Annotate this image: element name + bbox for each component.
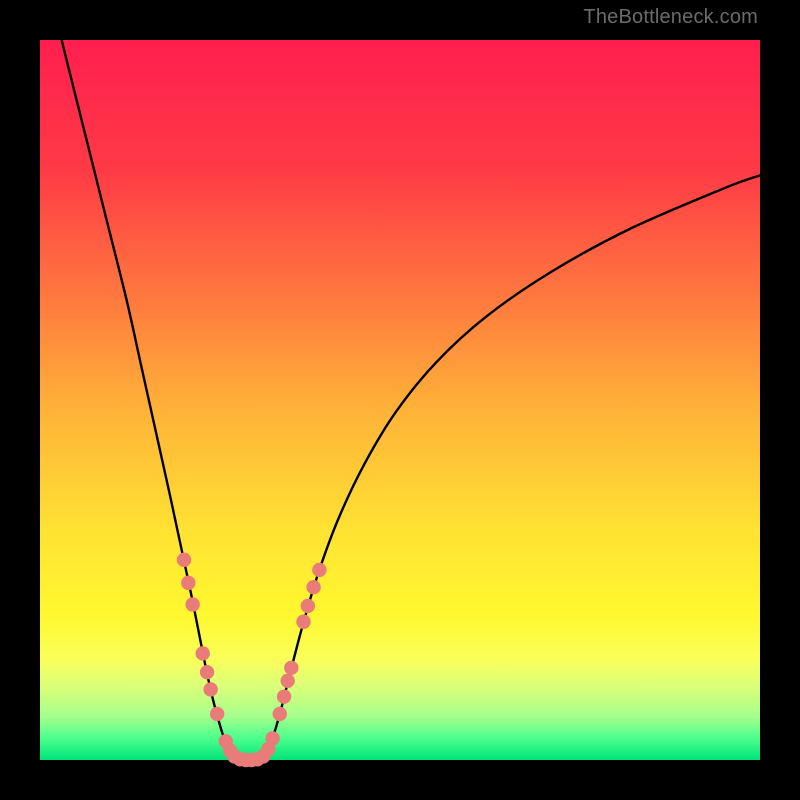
highlight-dot: [196, 646, 210, 660]
highlight-dot: [280, 674, 294, 688]
highlight-dot: [312, 563, 326, 577]
highlight-dot: [284, 661, 298, 675]
chart-frame: TheBottleneck.com: [0, 0, 800, 800]
highlight-dot: [177, 553, 191, 567]
highlight-dot: [306, 580, 320, 594]
highlight-dot: [265, 731, 279, 745]
highlight-dot: [203, 682, 217, 696]
watermark-text: TheBottleneck.com: [583, 6, 758, 29]
curve-layer: [40, 40, 760, 760]
highlight-dot: [181, 576, 195, 590]
highlight-dot: [273, 707, 287, 721]
highlight-dot: [296, 615, 310, 629]
highlight-dot: [200, 665, 214, 679]
highlight-dot: [301, 599, 315, 613]
bottleneck-curve: [62, 40, 760, 760]
highlight-dots: [177, 553, 327, 768]
highlight-dot: [277, 689, 291, 703]
highlight-dot: [185, 597, 199, 611]
plot-area: [40, 40, 760, 760]
highlight-dot: [210, 707, 224, 721]
